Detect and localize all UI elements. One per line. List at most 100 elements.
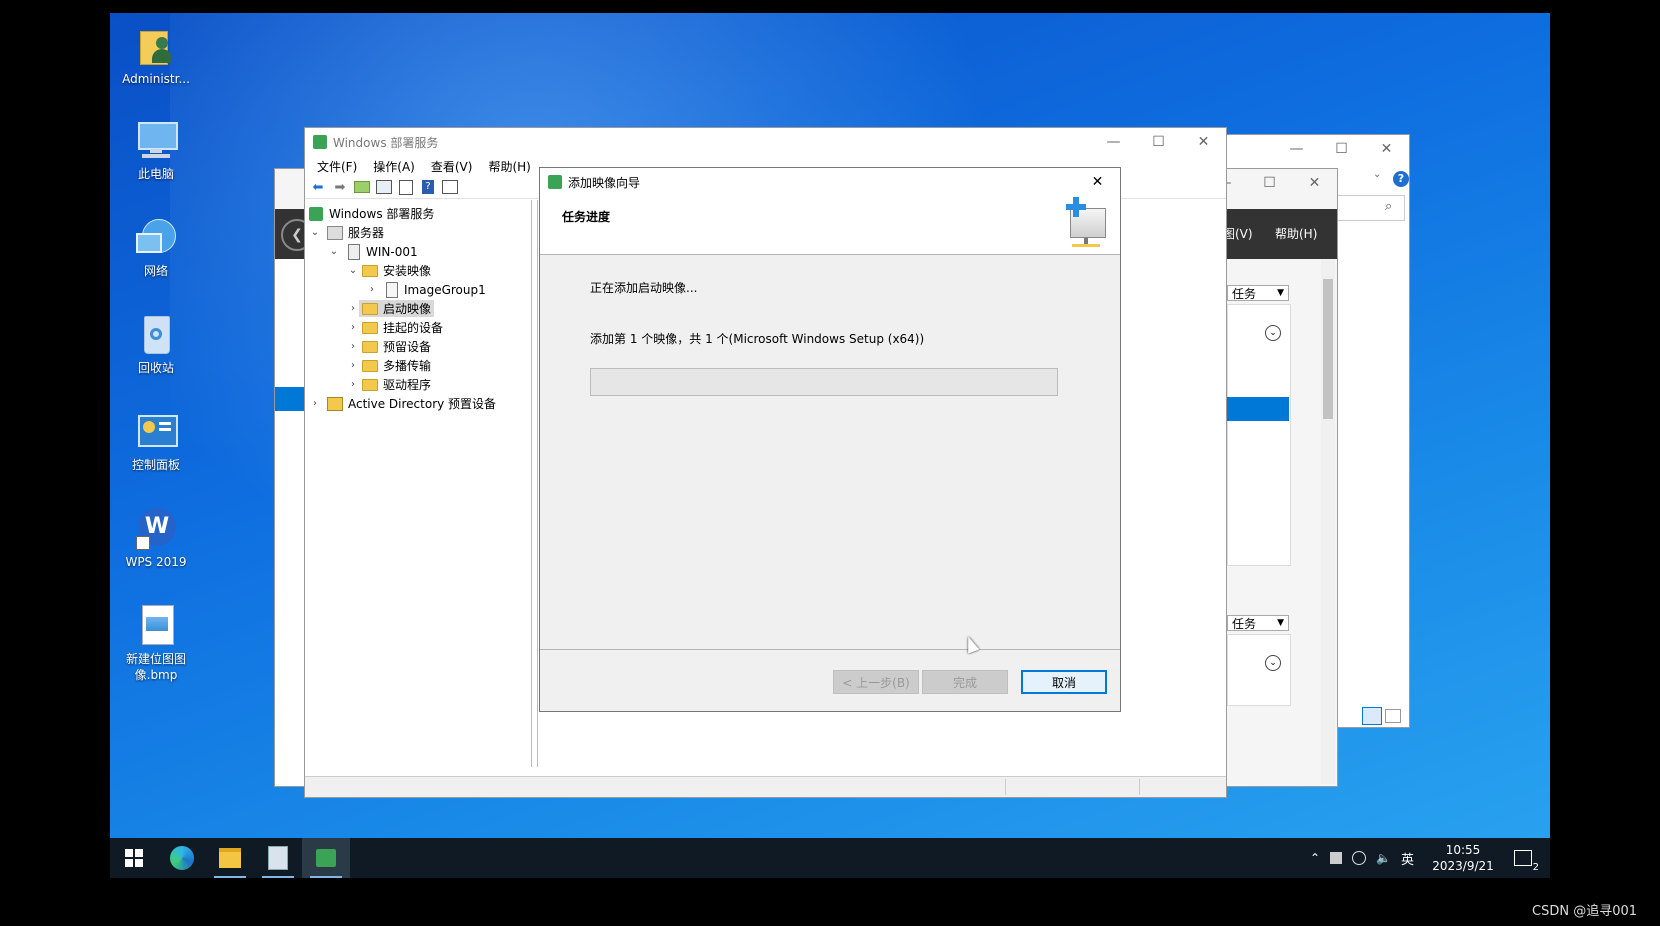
chevron-down-icon[interactable]: ⌄ — [347, 265, 359, 276]
selected-row[interactable] — [1227, 397, 1289, 421]
servers-icon — [327, 225, 343, 240]
view-toggle-details-icon[interactable] — [1362, 707, 1382, 725]
maximize-button[interactable]: ☐ — [1319, 135, 1364, 163]
notification-icon[interactable]: 2 — [1514, 850, 1539, 873]
taskbar-file-explorer[interactable] — [206, 838, 254, 878]
tree-item-ad-prestaged[interactable]: › Active Directory 预置设备 — [309, 394, 496, 413]
forward-arrow-icon[interactable]: ➡ — [331, 179, 349, 195]
cancel-button[interactable]: 取消 — [1021, 670, 1107, 694]
tasks-dropdown-1[interactable]: 任务 ▼ — [1227, 285, 1289, 301]
desktop-icon-recycle-bin[interactable]: 回收站 — [113, 312, 199, 376]
tree-item-prestaged-devices[interactable]: › 预留设备 — [347, 337, 431, 356]
scrollbar-thumb[interactable] — [1323, 279, 1333, 419]
chevron-right-icon[interactable]: › — [347, 360, 359, 371]
chevron-right-icon[interactable]: › — [309, 398, 321, 409]
back-arrow-icon[interactable]: ⬅ — [309, 179, 327, 195]
tree-item-multicast[interactable]: › 多播传输 — [347, 356, 431, 375]
bitmap-file-icon — [134, 603, 178, 647]
minimize-button[interactable]: — — [1091, 128, 1136, 156]
show-hide-tree-icon[interactable] — [375, 179, 393, 195]
wizard-footer-divider — [540, 649, 1120, 650]
tree-item-servers[interactable]: ⌄ 服务器 — [309, 223, 384, 242]
help-book-icon[interactable]: ? — [419, 179, 437, 195]
collapse-icon[interactable]: ⌄ — [1265, 655, 1281, 671]
menu-view[interactable]: 图(V) — [1223, 225, 1253, 242]
up-folder-icon[interactable] — [353, 179, 371, 195]
minimize-button[interactable]: — — [1274, 135, 1319, 163]
caret-down-icon: ▼ — [1277, 288, 1284, 298]
desktop-icon-network[interactable]: 网络 — [113, 215, 199, 279]
volume-muted-icon[interactable]: 🔈 — [1376, 851, 1391, 865]
taskbar-edge[interactable] — [158, 838, 206, 878]
close-button[interactable]: ✕ — [1292, 169, 1337, 197]
status-bar — [305, 776, 1226, 797]
desktop-icon-wps[interactable]: W WPS 2019 — [113, 506, 199, 570]
tree-item-image-group[interactable]: › ImageGroup1 — [366, 280, 486, 299]
desktop-icon-bitmap-file[interactable]: 新建位图图像.bmp — [113, 603, 199, 683]
tree-item-label: Windows 部署服务 — [329, 207, 435, 221]
desktop-icon-administrator[interactable]: Administr... — [113, 23, 199, 87]
add-image-wizard-dialog[interactable]: 添加映像向导 ✕ 任务进度 正在添加启动映像... 添加第 1 个映像，共 1 … — [539, 167, 1121, 712]
tree-item-server[interactable]: ⌄ WIN-001 — [328, 242, 418, 261]
chevron-down-icon[interactable]: ⌄ — [309, 227, 321, 238]
finish-button[interactable]: 完成 — [922, 670, 1008, 694]
chevron-right-icon[interactable]: › — [347, 341, 359, 352]
wizard-titlebar[interactable]: 添加映像向导 — [540, 168, 1120, 196]
maximize-button[interactable]: ☐ — [1136, 128, 1181, 156]
chevron-right-icon[interactable]: › — [347, 303, 359, 314]
close-button[interactable]: ✕ — [1075, 168, 1120, 196]
help-icon[interactable]: ? — [1393, 171, 1409, 187]
wds-icon — [309, 206, 323, 221]
progress-bar — [590, 368, 1058, 396]
taskbar-server-manager[interactable] — [254, 838, 302, 878]
chevron-right-icon[interactable]: › — [366, 284, 378, 295]
scrollbar[interactable] — [1321, 259, 1335, 784]
chevron-down-icon[interactable]: ⌄ — [1373, 169, 1381, 180]
chevron-right-icon[interactable]: › — [347, 322, 359, 333]
desktop-icon-label: 此电脑 — [137, 167, 174, 181]
taskbar-wds[interactable] — [302, 838, 350, 878]
menu-help[interactable]: 帮助(H) — [480, 158, 538, 175]
tree-item-label: WIN-001 — [366, 244, 418, 259]
desktop-icon-label: 控制面板 — [131, 458, 180, 472]
ime-indicator[interactable]: 英 — [1401, 849, 1414, 868]
globe-icon[interactable] — [1352, 851, 1367, 865]
tree-item-install-images[interactable]: ⌄ 安装映像 — [347, 261, 431, 280]
network-tray-icon[interactable] — [1330, 852, 1343, 864]
back-button[interactable]: < 上一步(B) — [833, 670, 919, 694]
tree-item-label: ImageGroup1 — [404, 282, 486, 297]
clock[interactable]: 10:55 2023/9/21 — [1428, 842, 1498, 874]
recycle-bin-icon — [134, 312, 178, 356]
search-input[interactable] — [1337, 195, 1405, 221]
start-button[interactable] — [110, 838, 158, 878]
collapse-icon[interactable]: ⌄ — [1265, 325, 1281, 341]
export-list-icon[interactable] — [397, 179, 415, 195]
menu-view[interactable]: 查看(V) — [423, 158, 481, 175]
menu-help[interactable]: 帮助(H) — [1275, 225, 1317, 242]
desktop-icon-this-pc[interactable]: 此电脑 — [113, 118, 199, 182]
menu-file[interactable]: 文件(F) — [309, 158, 365, 175]
panel-2 — [1227, 634, 1291, 706]
section-title: 任务进度 — [562, 210, 611, 224]
tree-item-boot-images[interactable]: › 启动映像 — [347, 299, 435, 318]
nav-item-selected[interactable] — [275, 387, 305, 411]
notification-count: 2 — [1532, 862, 1540, 873]
chevron-right-icon[interactable]: › — [347, 379, 359, 390]
view-toggle-list-icon[interactable] — [1385, 709, 1401, 723]
close-button[interactable]: ✕ — [1364, 135, 1409, 163]
tree-item-drivers[interactable]: › 驱动程序 — [347, 375, 431, 394]
chevron-up-icon[interactable]: ⌃ — [1310, 851, 1320, 865]
tasks-dropdown-2[interactable]: 任务 ▼ — [1227, 615, 1289, 631]
title-bar[interactable]: Windows 部署服务 — [305, 128, 1226, 156]
caret-down-icon: ▼ — [1277, 618, 1284, 628]
tree-item-pending-devices[interactable]: › 挂起的设备 — [347, 318, 443, 337]
tree-item-wds-root[interactable]: Windows 部署服务 — [309, 204, 434, 223]
menu-action[interactable]: 操作(A) — [365, 158, 423, 175]
search-icon[interactable]: ⌕ — [1385, 199, 1392, 214]
properties-icon[interactable] — [441, 179, 459, 195]
close-button[interactable]: ✕ — [1181, 128, 1226, 156]
maximize-button[interactable]: ☐ — [1247, 169, 1292, 197]
desktop-icon-control-panel[interactable]: 控制面板 — [113, 409, 199, 473]
nav-strip — [275, 259, 306, 786]
chevron-down-icon[interactable]: ⌄ — [328, 246, 340, 257]
